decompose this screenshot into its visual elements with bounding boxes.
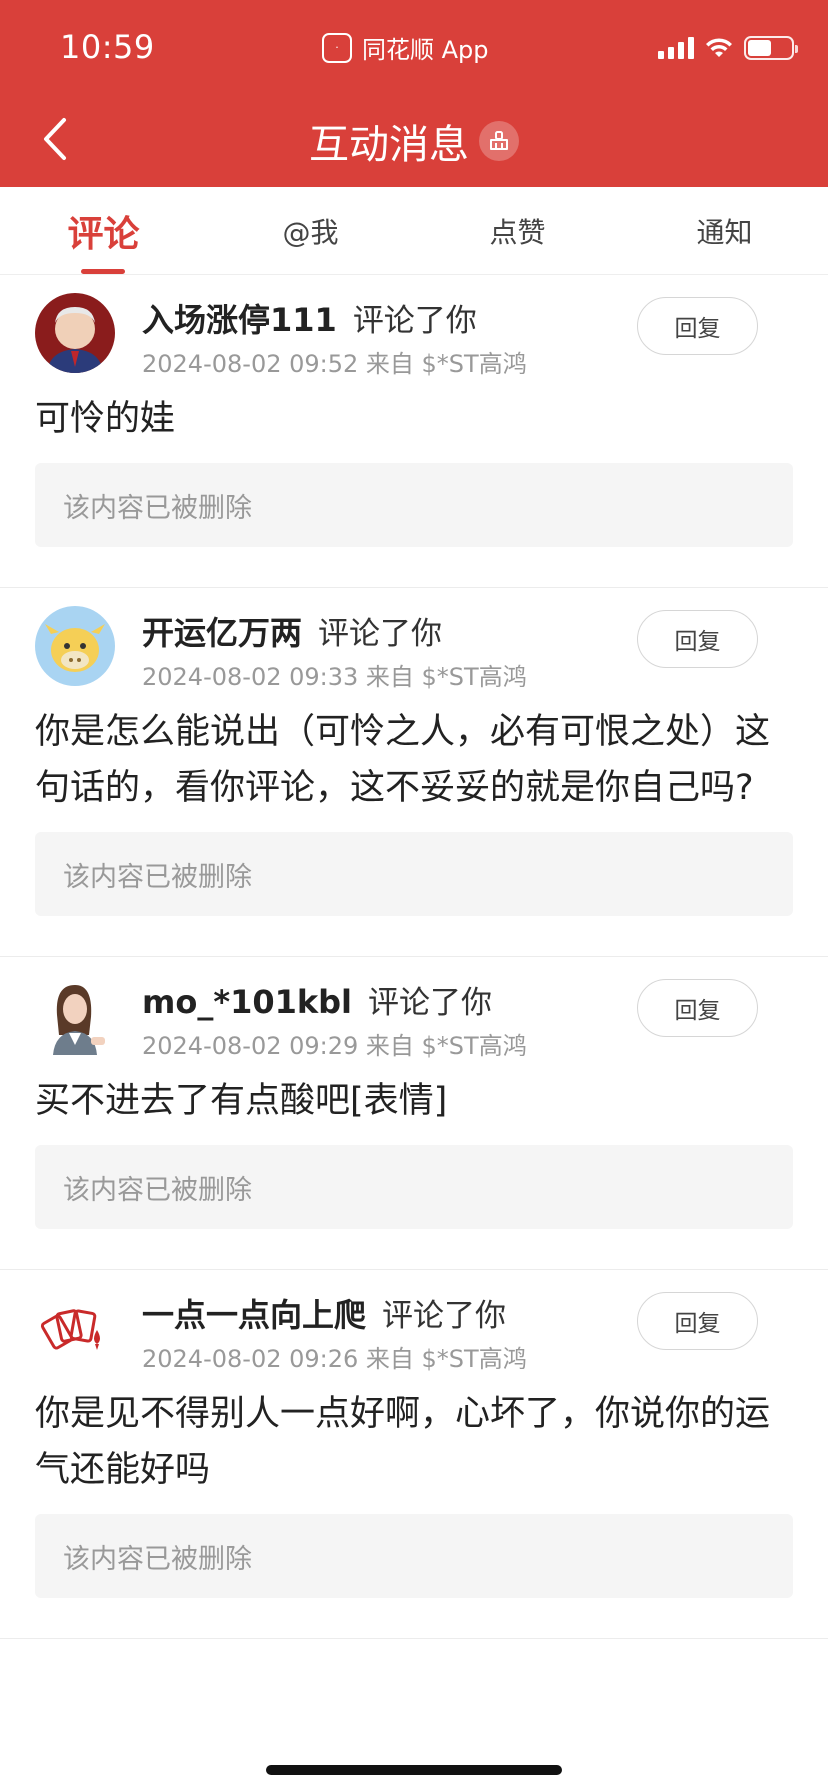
comment-meta: 2024-08-02 09:33 来自 $*ST高鸿 xyxy=(142,663,527,691)
home-indicator[interactable] xyxy=(266,1765,562,1775)
comment-meta: 2024-08-02 09:29 来自 $*ST高鸿 xyxy=(142,1032,527,1060)
header: 10:59 · 同花顺 App 互动消息 xyxy=(0,0,828,187)
tab-mentions[interactable]: @我 xyxy=(207,187,414,274)
comment-content: 你是怎么能说出（可怜之人，必有可恨之处）这句话的，看你评论，这不妥妥的就是你自己… xyxy=(35,712,771,808)
tab-mentions-label: @我 xyxy=(282,215,339,249)
carrier-app: · 同花顺 App xyxy=(322,30,489,65)
quoted-content[interactable]: 该内容已被删除 xyxy=(35,1514,793,1598)
reply-button[interactable]: 回复 xyxy=(637,1292,758,1350)
reply-button[interactable]: 回复 xyxy=(637,297,758,355)
page-title: 互动消息 xyxy=(309,122,469,168)
reply-button[interactable]: 回复 xyxy=(637,610,758,668)
tab-likes-label: 点赞 xyxy=(489,215,546,249)
username[interactable]: 入场涨停111 xyxy=(142,295,337,341)
quoted-content[interactable]: 该内容已被删除 xyxy=(35,463,793,547)
tab-notifications[interactable]: 通知 xyxy=(621,187,828,274)
tab-likes[interactable]: 点赞 xyxy=(414,187,621,274)
quoted-content[interactable]: 该内容已被删除 xyxy=(35,832,793,916)
comment-content: 可怜的娃 xyxy=(35,399,176,439)
avatar[interactable] xyxy=(35,293,115,373)
username[interactable]: mo_*101kbl xyxy=(142,983,352,1021)
signal-icon xyxy=(658,37,694,59)
status-icons xyxy=(658,36,798,60)
action-text: 评论了你 xyxy=(382,1298,507,1334)
list-item: 入场涨停111 评论了你 2024-08-02 09:52 来自 $*ST高鸿 … xyxy=(0,275,828,588)
status-time: 10:59 xyxy=(60,28,155,66)
quoted-content[interactable]: 该内容已被删除 xyxy=(35,1145,793,1229)
carrier-app-label: 同花顺 App xyxy=(362,36,489,64)
tab-comments-label: 评论 xyxy=(67,213,140,255)
tab-bar: 评论 @我 点赞 通知 xyxy=(0,187,828,275)
status-bar: 10:59 · 同花顺 App xyxy=(0,0,828,98)
comment-meta: 2024-08-02 09:26 来自 $*ST高鸿 xyxy=(142,1345,527,1373)
comment-list: 入场涨停111 评论了你 2024-08-02 09:52 来自 $*ST高鸿 … xyxy=(0,275,828,1639)
avatar[interactable] xyxy=(35,975,115,1055)
list-item: 一点一点向上爬 评论了你 2024-08-02 09:26 来自 $*ST高鸿 … xyxy=(0,1270,828,1639)
comment-meta: 2024-08-02 09:52 来自 $*ST高鸿 xyxy=(142,350,527,378)
tab-comments[interactable]: 评论 xyxy=(0,187,207,274)
nav-bar: 互动消息 xyxy=(0,98,828,187)
active-tab-indicator xyxy=(81,269,125,274)
list-item: 开运亿万两 评论了你 2024-08-02 09:33 来自 $*ST高鸿 回复… xyxy=(0,588,828,957)
username[interactable]: 开运亿万两 xyxy=(142,608,302,654)
wifi-icon xyxy=(706,38,732,57)
avatar[interactable] xyxy=(35,1288,115,1368)
battery-level xyxy=(748,40,772,56)
action-text: 评论了你 xyxy=(368,985,493,1021)
action-text: 评论了你 xyxy=(318,616,443,652)
app-icon: · xyxy=(322,32,352,63)
list-item: mo_*101kbl 评论了你 2024-08-02 09:29 来自 $*ST… xyxy=(0,957,828,1270)
action-text: 评论了你 xyxy=(352,303,477,339)
reply-button[interactable]: 回复 xyxy=(637,979,758,1037)
avatar[interactable] xyxy=(35,606,115,686)
broom-icon[interactable] xyxy=(479,121,519,161)
comment-content: 你是见不得别人一点好啊，心坏了，你说你的运气还能好吗 xyxy=(35,1394,771,1490)
battery-icon xyxy=(744,36,798,60)
username[interactable]: 一点一点向上爬 xyxy=(142,1290,366,1336)
tab-notifications-label: 通知 xyxy=(696,215,753,249)
comment-content: 买不进去了有点酸吧[表情] xyxy=(35,1081,448,1121)
